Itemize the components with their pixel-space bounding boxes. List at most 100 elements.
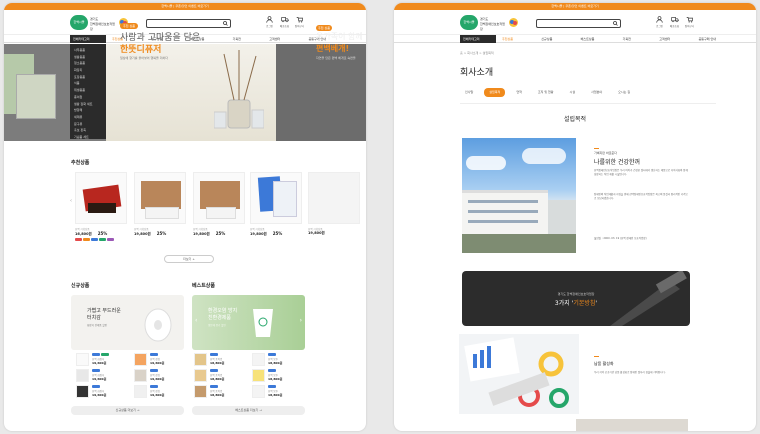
purpose-heading: 나를위한 건강한꺼 [594,159,641,166]
search-input[interactable] [536,19,621,28]
best-products-banner[interactable]: 환경오염 방지 친환경제품 생분해 용기 할인 ‹ › [192,295,305,350]
list-item[interactable]: 한백 화장지 19,600원 [76,385,131,399]
new-more-button[interactable]: 신규상품 더보기 → [71,406,184,415]
banner-next-icon[interactable]: › [300,317,302,324]
best-more-button[interactable]: 베스트상품 더보기 → [192,406,305,415]
search-input[interactable] [146,19,231,28]
cart-link[interactable]: 장바구니 [294,16,305,32]
purpose-paragraph-2: 장애인의 직업재활과 자립을 위해 한백장애인보호작업장은 최고의 품질과 합리… [594,193,688,200]
tab-organization[interactable]: 조직 및 현황 [533,88,559,97]
banner-prev-icon[interactable]: ‹ [195,317,197,324]
tissue-roll-image [144,308,172,342]
diffuser-image [214,50,264,129]
nav-support[interactable]: 고객센터 [269,35,280,43]
list-item[interactable]: 한백 장갑 19,600원 [134,385,189,399]
logo-pill: 한백시몰 [460,15,478,30]
list-item[interactable]: 한백 봉투 18,800원 [252,385,307,399]
best-products-list: 한백 종이컵 18,800원 한백 봉투 18,800원 한백 종이컵 18,800원… [194,353,309,399]
purpose-caption: 가벼지만 바로준다 [594,151,618,155]
more-button[interactable]: 더보기 + [164,255,214,263]
delivery-paragraph: 우리 지역 공공기관 납품 활성화로 장애인 일자리 창출에 기여합니다. [594,371,666,374]
product-image [250,172,302,224]
tab-location[interactable]: 오시는 길 [613,88,635,97]
category-item[interactable]: 생활용품 [70,54,106,61]
eco-cup-image [253,309,273,337]
policy-banner: 경기도 한백장애인보호작업장 3가지 '기본방침' [462,271,690,326]
category-item[interactable]: 화장지 [70,67,106,74]
nav-support[interactable]: 고객센터 [659,35,670,43]
delivery-heading: 납품 활성화 [594,361,614,366]
charts-photo [459,334,579,414]
section-title: 설립목적 [563,116,587,123]
nav-group-buy[interactable]: 공동구매 안내 [698,35,716,43]
category-item[interactable]: 문구류 [70,121,106,128]
logo-pill: 한백시몰 [70,15,88,30]
top-banner[interactable]: 한백시몰 | 쿠폰/할인 이벤트 바로가기 [394,3,756,10]
cart-link[interactable]: 장바구니 [684,16,695,32]
category-item[interactable]: 사무용품 [70,47,106,54]
home-page-panel: 한백시몰 | 쿠폰/할인 이벤트 바로가기 한백시몰 경기도 한백장애인보호작업… [4,3,366,431]
recommended-title: 추천상품 [71,160,90,166]
nav-best[interactable]: 베스트상품 [581,35,595,43]
search-icon[interactable] [223,21,228,26]
category-item[interactable]: 청소용품 [70,60,106,67]
nav-special[interactable]: 기획전 [623,35,631,43]
category-item[interactable]: 위생용품 [70,87,106,94]
nav-special[interactable]: 기획전 [233,35,241,43]
category-item[interactable]: 기념품 세트 [70,134,106,141]
search-icon[interactable] [613,21,618,26]
delivery-link[interactable]: 배송조회 [669,16,680,32]
delivery-link[interactable]: 배송조회 [279,16,290,32]
tab-history[interactable]: 연혁 [511,88,527,97]
list-item[interactable]: 한백 장갑 19,600원 [134,353,189,367]
tab-purpose[interactable]: 설립목적 [484,88,506,97]
nav-new[interactable]: 신규상품 [541,35,552,43]
list-item[interactable]: 한백 장갑 19,600원 [134,369,189,383]
tab-facility[interactable]: 시설 [565,88,581,97]
site-logo[interactable]: 한백시몰 경기도 한백장애인보호작업장 [460,14,522,31]
login-link[interactable]: 로그인 [264,16,275,32]
all-category-button[interactable]: 전체카테고리 [460,35,496,43]
category-item[interactable]: 포장용품 [70,74,106,81]
list-item[interactable]: 한백 종이컵 18,800원 [194,385,249,399]
list-item[interactable]: 한백 종이컵 18,800원 [194,353,249,367]
list-item[interactable]: 한백 화장지 19,600원 [76,353,131,367]
product-card[interactable]: 한백 기획상품 19,800원 [308,172,366,240]
product-card[interactable]: 한백 기획상품 19,800원 25% [193,172,245,240]
cart-icon [686,17,693,23]
product-card[interactable]: 한백 기획상품 19,800원 25% [134,172,186,240]
product-image [75,172,127,224]
accent-line [594,148,599,149]
category-item[interactable]: 생활 잡화 세트 [70,101,106,108]
top-banner[interactable]: 한백시몰 | 쿠폰/할인 이벤트 바로가기 [4,3,366,10]
login-link[interactable]: 로그인 [654,16,665,32]
category-item[interactable]: 방향제 [70,107,106,114]
divider [460,103,716,104]
header: 한백시몰 경기도 한백장애인보호작업장 로그인 배송조회 장바구니 [394,10,756,34]
prev-arrow-icon[interactable]: ‹ [70,198,72,204]
category-item[interactable]: 식품 [70,80,106,87]
best-products-title: 베스트상품 [192,283,216,289]
list-item[interactable]: 한백 종이컵 18,800원 [194,369,249,383]
list-item[interactable]: 한백 화장지 19,600원 [76,369,131,383]
new-products-banner[interactable]: 가볍고 부드러운 터치감 화장지 전제품 할인 [71,295,184,350]
category-item[interactable]: 홍보 판촉 [70,127,106,134]
list-item[interactable]: 한백 봉투 18,800원 [252,369,307,383]
established-date: 설립일 : 2000. 03. 19 (한백 장애인 보호작업장) [594,237,647,240]
hero-carousel[interactable] [4,44,366,141]
accent-line [594,356,599,357]
product-card[interactable]: 한백 기획상품 19,800원 25% [250,172,302,240]
nav-recommended[interactable]: 추천상품 [502,35,513,43]
new-products-list: 한백 화장지 19,600원 한백 장갑 19,600원 한백 화장지 19,600원… [76,353,191,399]
list-item[interactable]: 한백 봉투 18,800원 [252,353,307,367]
product-card[interactable]: 한백 기획상품 16,800원 25% [75,172,127,241]
category-item[interactable]: 세제류 [70,114,106,121]
header-icons: 로그인 배송조회 장바구니 [654,16,714,32]
new-products-title: 신규상품 [71,283,90,289]
logo-mark-icon [509,18,518,27]
hero-next-heading-2: 편백베개! [316,44,350,53]
category-item[interactable]: 종이컵 [70,94,106,101]
tab-greeting[interactable]: 인사말 [460,88,478,97]
tab-business[interactable]: 사업분야 [586,88,607,97]
all-category-button[interactable]: 전체카테고리 [70,35,106,43]
